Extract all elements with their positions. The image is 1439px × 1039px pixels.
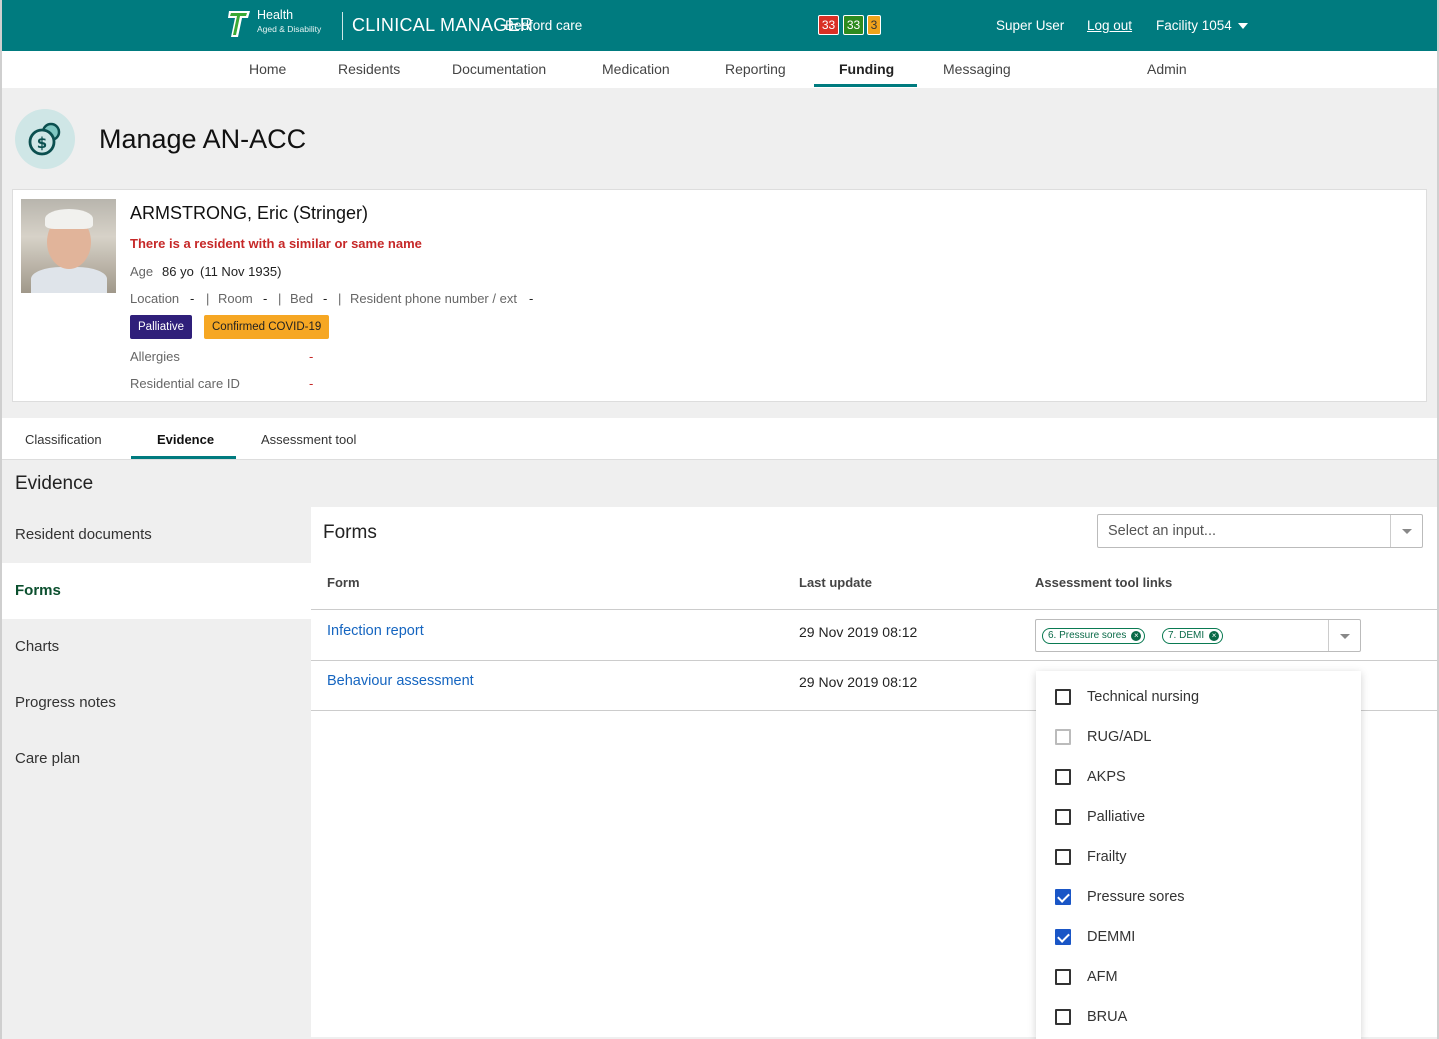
age-value: 86 yo xyxy=(162,264,194,279)
logout-link[interactable]: Log out xyxy=(1087,18,1132,33)
side-item-forms[interactable]: Forms xyxy=(0,563,311,619)
row-divider xyxy=(311,660,1437,661)
allergies-label: Allergies xyxy=(130,349,180,364)
brand-divider xyxy=(342,12,343,40)
dropdown-option[interactable]: Palliative xyxy=(1036,795,1361,835)
chevron-down-icon[interactable] xyxy=(1340,634,1350,639)
current-user[interactable]: Super User xyxy=(996,18,1064,33)
nav-admin[interactable]: Admin xyxy=(1147,61,1187,77)
assessment-links-select[interactable]: 6. Pressure sores × 7. DEMI × xyxy=(1035,619,1361,652)
chevron-down-icon[interactable] xyxy=(1402,529,1412,534)
tab-active-indicator xyxy=(131,456,236,459)
separator: | xyxy=(206,291,210,306)
alert-counter-amber[interactable]: 3 xyxy=(867,15,881,35)
link-tag: 7. DEMI × xyxy=(1162,628,1224,644)
checkbox[interactable] xyxy=(1055,969,1071,985)
phone-label: Resident phone number / ext xyxy=(350,291,517,306)
bed-label: Bed xyxy=(290,291,314,306)
window-border xyxy=(0,0,2,1039)
room-label: Room xyxy=(218,291,253,306)
top-bar: Health Aged & Disability CLINICAL MANAGE… xyxy=(0,0,1439,51)
alert-counter-red[interactable]: 33 xyxy=(818,15,839,35)
telstra-health-logo-icon xyxy=(228,11,250,37)
brand-subtitle: Aged & Disability xyxy=(257,24,322,34)
forms-title: Forms xyxy=(323,522,377,543)
side-item-progress-notes[interactable]: Progress notes xyxy=(0,675,311,731)
row-last-update: 29 Nov 2019 08:12 xyxy=(799,624,918,640)
side-item-care-plan[interactable]: Care plan xyxy=(0,731,311,787)
tab-evidence[interactable]: Evidence xyxy=(157,432,214,447)
separator: | xyxy=(338,291,342,306)
bed-value: - xyxy=(323,291,328,306)
column-header-assessment-links[interactable]: Assessment tool links xyxy=(1035,575,1172,590)
dropdown-option[interactable]: Frailty xyxy=(1036,835,1361,875)
checkbox[interactable] xyxy=(1055,769,1071,785)
evidence-title: Evidence xyxy=(15,473,94,494)
dropdown-option[interactable]: DEMMI xyxy=(1036,915,1361,955)
palliative-badge: Palliative xyxy=(130,315,193,339)
checkbox-checked[interactable] xyxy=(1055,889,1071,905)
location-label: Location xyxy=(130,291,180,306)
dropdown-option[interactable]: Technical nursing xyxy=(1036,675,1361,715)
allergies-value: - xyxy=(309,349,314,364)
checkbox[interactable] xyxy=(1055,809,1071,825)
alert-counter-green[interactable]: 33 xyxy=(843,15,864,35)
checkbox-checked[interactable] xyxy=(1055,929,1071,945)
svg-text:$: $ xyxy=(37,134,47,152)
checkbox[interactable] xyxy=(1055,849,1071,865)
facility-name: Bedford care xyxy=(505,18,583,33)
nav-messaging[interactable]: Messaging xyxy=(943,61,1011,77)
age-label: Age xyxy=(130,264,154,279)
close-icon[interactable]: × xyxy=(1209,631,1220,641)
input-select[interactable]: Select an input... xyxy=(1097,514,1423,548)
covid-badge: Confirmed COVID-19 xyxy=(204,315,330,339)
care-id-label: Residential care ID xyxy=(130,376,240,391)
resident-photo xyxy=(21,199,116,293)
row-last-update: 29 Nov 2019 08:12 xyxy=(799,674,918,690)
nav-medication[interactable]: Medication xyxy=(602,61,670,77)
close-icon[interactable]: × xyxy=(1131,631,1142,641)
column-header-last-update[interactable]: Last update xyxy=(799,575,872,590)
nav-funding[interactable]: Funding xyxy=(839,61,894,77)
funding-coins-icon: $ xyxy=(15,109,75,169)
link-tag: 6. Pressure sores × xyxy=(1042,628,1146,644)
dob-value: (11 Nov 1935) xyxy=(200,264,282,279)
dropdown-option[interactable]: AFM xyxy=(1036,955,1361,995)
facility-selector[interactable]: Facility 1054 xyxy=(1156,18,1232,33)
nav-reporting[interactable]: Reporting xyxy=(725,61,786,77)
input-select-placeholder: Select an input... xyxy=(1108,523,1217,539)
checkbox[interactable] xyxy=(1055,689,1071,705)
dropdown-option[interactable]: RUG/ADL xyxy=(1036,715,1361,755)
location-value: - xyxy=(190,291,195,306)
column-header-form[interactable]: Form xyxy=(327,575,360,590)
care-id-value: - xyxy=(309,376,314,391)
nav-documentation[interactable]: Documentation xyxy=(452,61,546,77)
dropdown-option[interactable]: BRUA xyxy=(1036,995,1361,1035)
side-item-resident-documents[interactable]: Resident documents xyxy=(0,507,311,563)
separator: | xyxy=(278,291,282,306)
form-link-behaviour-assessment[interactable]: Behaviour assessment xyxy=(327,673,474,689)
chevron-down-icon[interactable] xyxy=(1238,23,1248,29)
nav-residents[interactable]: Residents xyxy=(338,61,400,77)
table-header-divider xyxy=(311,609,1437,610)
resident-name[interactable]: ARMSTRONG, Eric (Stringer) xyxy=(130,203,368,224)
dropdown-option[interactable]: Pressure sores xyxy=(1036,875,1361,915)
duplicate-name-warning: There is a resident with a similar or sa… xyxy=(130,236,422,251)
checkbox[interactable] xyxy=(1055,729,1071,745)
nav-home[interactable]: Home xyxy=(249,61,286,77)
phone-value: - xyxy=(529,291,534,306)
tab-classification[interactable]: Classification xyxy=(25,432,102,447)
nav-active-indicator xyxy=(814,84,917,87)
form-link-infection-report[interactable]: Infection report xyxy=(327,623,424,639)
side-item-charts[interactable]: Charts xyxy=(0,619,311,675)
checkbox[interactable] xyxy=(1055,1009,1071,1025)
tab-assessment-tool[interactable]: Assessment tool xyxy=(261,432,356,447)
assessment-links-dropdown: Technical nursing RUG/ADL AKPS Palliativ… xyxy=(1036,671,1361,1039)
dropdown-option[interactable]: AKPS xyxy=(1036,755,1361,795)
brand-name: Health xyxy=(257,8,294,22)
page-title: Manage AN-ACC xyxy=(99,124,307,154)
room-value: - xyxy=(263,291,268,306)
main-nav: Home Residents Documentation Medication … xyxy=(0,51,1439,88)
funding-tabs: Classification Evidence Assessment tool xyxy=(0,418,1439,460)
